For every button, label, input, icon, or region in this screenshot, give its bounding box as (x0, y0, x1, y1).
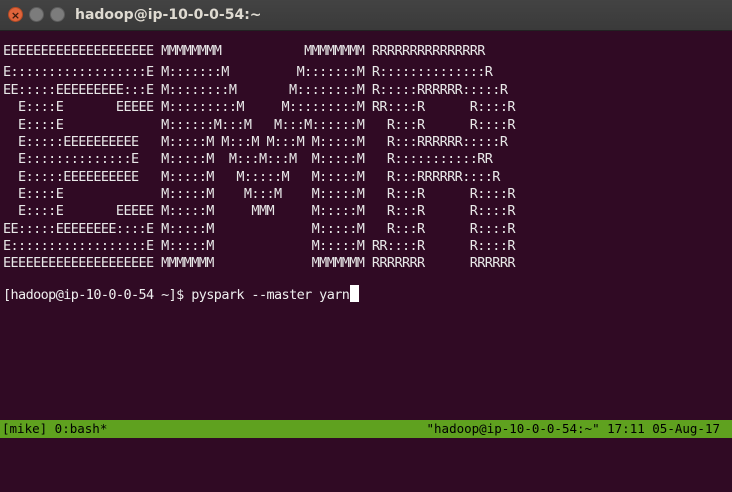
close-icon: × (10, 9, 21, 22)
terminal-window: × hadoop@ip-10-0-0-54:~ EEEEEEEEEEEEEEEE… (0, 0, 732, 438)
status-host-time: "hadoop@ip-10-0-0-54:~" 17:11 05-Aug-17 (426, 421, 721, 436)
window-title: hadoop@ip-10-0-0-54:~ (75, 7, 262, 23)
banner-line: E::::::::::::::::::E M:::::::M M:::::::M… (3, 64, 493, 80)
terminal-output[interactable]: EEEEEEEEEEEEEEEEEEEE MMMMMMMM MMMMMMMM R… (0, 31, 732, 420)
shell-prompt: [hadoop@ip-10-0-0-54 ~]$ (3, 287, 192, 303)
tmux-status-bar: [mike] 0:bash* "hadoop@ip-10-0-0-54:~" 1… (0, 420, 732, 438)
command-line[interactable]: [hadoop@ip-10-0-0-54 ~]$ pyspark --maste… (3, 285, 360, 304)
banner-line: EEEEEEEEEEEEEEEEEEEE MMMMMMM MMMMMMM RRR… (3, 255, 515, 271)
text-cursor (350, 285, 360, 302)
minimize-button[interactable] (29, 7, 44, 22)
status-session-window[interactable]: [mike] 0:bash* (2, 420, 107, 438)
banner-line: EEEEEEEEEEEEEEEEEEEE MMMMMMMM MMMMMMMM R… (3, 43, 485, 59)
close-button[interactable]: × (8, 7, 23, 22)
maximize-button[interactable] (50, 7, 65, 22)
banner-line: E::::E EEEEE M:::::M MMM M:::::M R:::R R… (3, 203, 515, 219)
banner-line: E::::E EEEEE M:::::::::M M:::::::::M RR:… (3, 99, 515, 115)
title-bar: × hadoop@ip-10-0-0-54:~ (0, 0, 732, 31)
command-text[interactable]: pyspark --master yarn (191, 287, 350, 303)
banner-line: E::::::::::::::E M:::::M M:::M:::M M::::… (3, 151, 493, 167)
